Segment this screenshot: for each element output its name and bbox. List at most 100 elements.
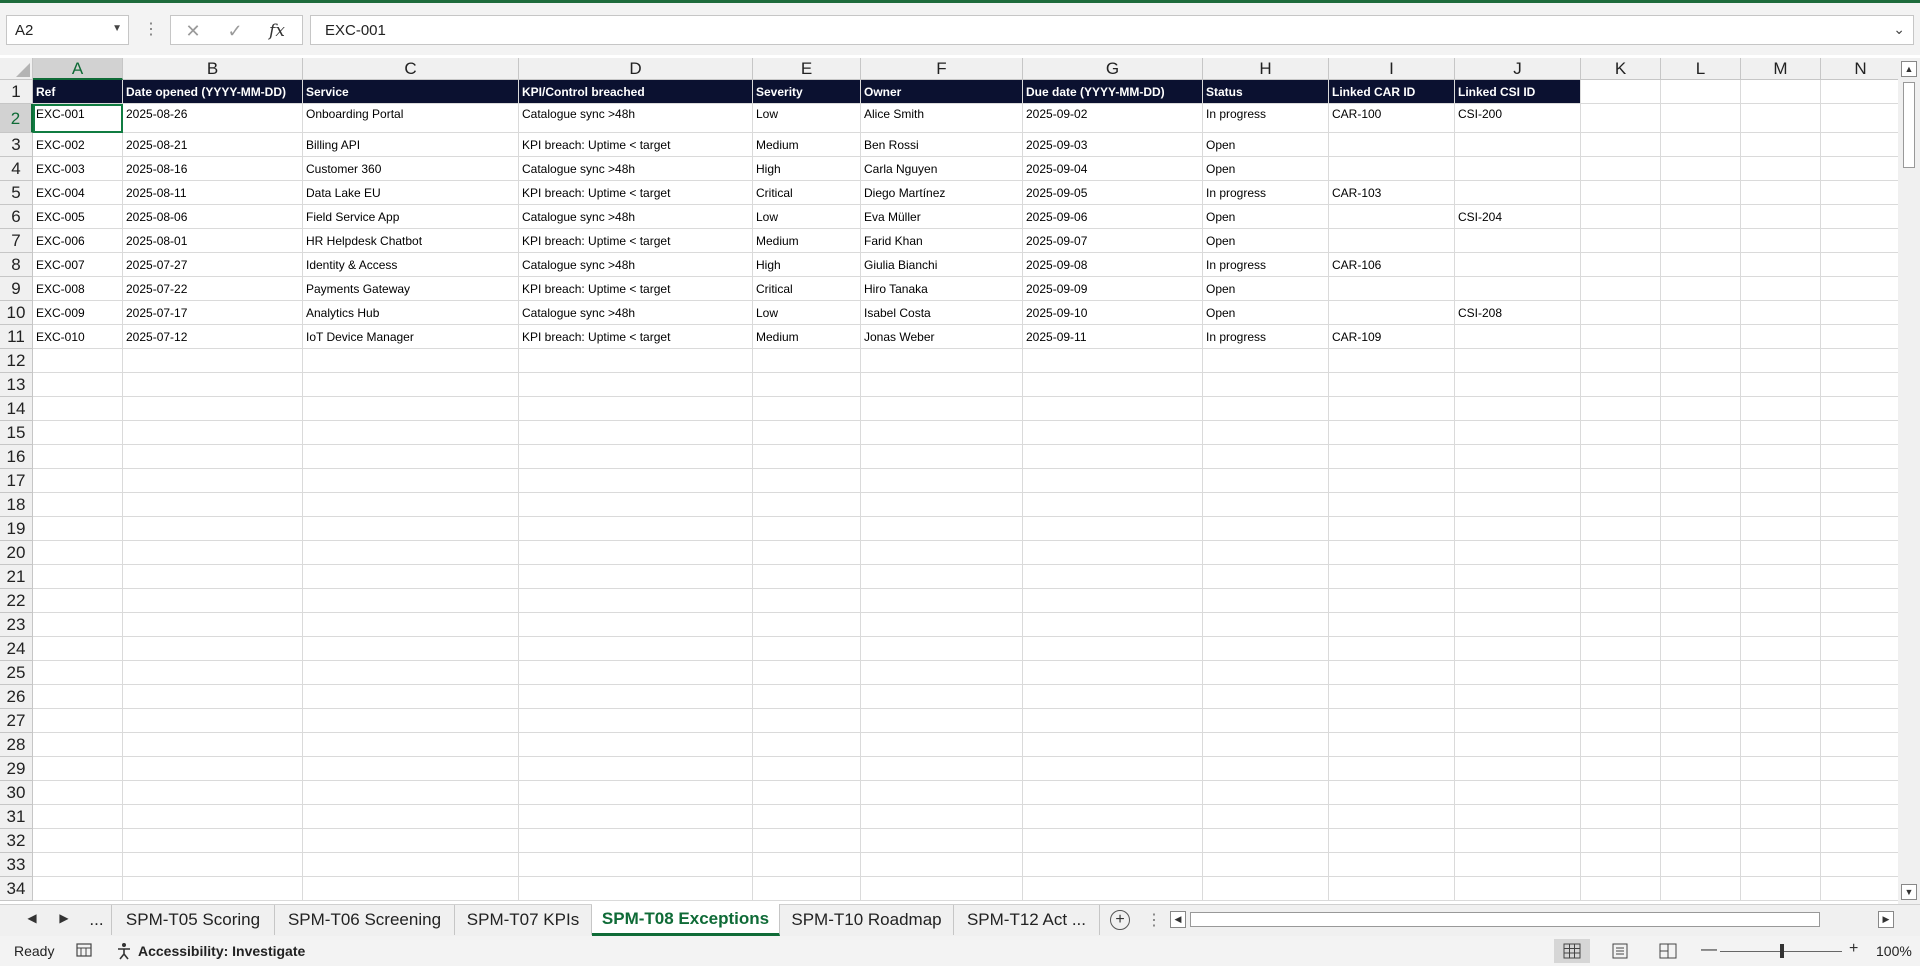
- empty-cell[interactable]: [303, 877, 519, 901]
- empty-cell[interactable]: [303, 445, 519, 469]
- table-cell[interactable]: Critical: [753, 181, 861, 205]
- row-header[interactable]: 31: [0, 805, 33, 829]
- empty-cell[interactable]: [1455, 421, 1581, 445]
- empty-cell[interactable]: [1741, 325, 1821, 349]
- empty-cell[interactable]: [1329, 565, 1455, 589]
- empty-cell[interactable]: [519, 853, 753, 877]
- table-cell[interactable]: 2025-09-11: [1023, 325, 1203, 349]
- formula-input[interactable]: EXC-001 ⌄: [310, 15, 1914, 45]
- empty-cell[interactable]: [1821, 229, 1898, 253]
- empty-cell[interactable]: [1329, 661, 1455, 685]
- empty-cell[interactable]: [303, 613, 519, 637]
- empty-cell[interactable]: [1203, 757, 1329, 781]
- empty-cell[interactable]: [1203, 781, 1329, 805]
- empty-cell[interactable]: [303, 685, 519, 709]
- empty-cell[interactable]: [1455, 685, 1581, 709]
- empty-cell[interactable]: [1741, 80, 1821, 104]
- empty-cell[interactable]: [519, 877, 753, 901]
- empty-cell[interactable]: [303, 397, 519, 421]
- table-cell[interactable]: High: [753, 157, 861, 181]
- table-cell[interactable]: EXC-009: [33, 301, 123, 325]
- empty-cell[interactable]: [1455, 613, 1581, 637]
- column-header[interactable]: H: [1203, 58, 1329, 80]
- empty-cell[interactable]: [1203, 397, 1329, 421]
- empty-cell[interactable]: [1329, 709, 1455, 733]
- table-header-cell[interactable]: Severity: [753, 80, 861, 104]
- sheet-tab[interactable]: SPM-T12 Act ...: [954, 905, 1100, 935]
- table-cell[interactable]: Identity & Access: [303, 253, 519, 277]
- sheet-tab[interactable]: SPM-T05 Scoring: [112, 905, 275, 935]
- empty-cell[interactable]: [1661, 104, 1741, 133]
- empty-cell[interactable]: [1821, 541, 1898, 565]
- empty-cell[interactable]: [33, 613, 123, 637]
- empty-cell[interactable]: [1203, 613, 1329, 637]
- empty-cell[interactable]: [1023, 517, 1203, 541]
- empty-cell[interactable]: [123, 853, 303, 877]
- empty-cell[interactable]: [123, 709, 303, 733]
- column-header[interactable]: G: [1023, 58, 1203, 80]
- table-cell[interactable]: In progress: [1203, 104, 1329, 133]
- empty-cell[interactable]: [1741, 181, 1821, 205]
- empty-cell[interactable]: [1023, 613, 1203, 637]
- empty-cell[interactable]: [1203, 709, 1329, 733]
- empty-cell[interactable]: [519, 661, 753, 685]
- row-header[interactable]: 23: [0, 613, 33, 637]
- zoom-slider-thumb[interactable]: [1780, 944, 1784, 958]
- table-cell[interactable]: KPI breach: Uptime < target: [519, 181, 753, 205]
- empty-cell[interactable]: [1661, 733, 1741, 757]
- table-cell[interactable]: Billing API: [303, 133, 519, 157]
- empty-cell[interactable]: [1741, 104, 1821, 133]
- vertical-scroll-thumb[interactable]: [1903, 82, 1915, 168]
- table-cell[interactable]: EXC-008: [33, 277, 123, 301]
- empty-cell[interactable]: [1023, 757, 1203, 781]
- empty-cell[interactable]: [123, 805, 303, 829]
- column-header[interactable]: L: [1661, 58, 1741, 80]
- table-cell[interactable]: Open: [1203, 205, 1329, 229]
- empty-cell[interactable]: [1023, 853, 1203, 877]
- empty-cell[interactable]: [303, 661, 519, 685]
- empty-cell[interactable]: [1203, 877, 1329, 901]
- empty-cell[interactable]: [33, 853, 123, 877]
- empty-cell[interactable]: [1741, 157, 1821, 181]
- table-cell[interactable]: EXC-003: [33, 157, 123, 181]
- empty-cell[interactable]: [519, 373, 753, 397]
- empty-cell[interactable]: [861, 709, 1023, 733]
- empty-cell[interactable]: [753, 421, 861, 445]
- row-header[interactable]: 6: [0, 205, 33, 229]
- empty-cell[interactable]: [861, 781, 1023, 805]
- row-header[interactable]: 22: [0, 589, 33, 613]
- active-cell[interactable]: EXC-001: [33, 104, 123, 133]
- table-cell[interactable]: Catalogue sync >48h: [519, 104, 753, 133]
- table-header-cell[interactable]: Linked CSI ID: [1455, 80, 1581, 104]
- empty-cell[interactable]: [519, 349, 753, 373]
- empty-cell[interactable]: [1023, 421, 1203, 445]
- empty-cell[interactable]: [1455, 877, 1581, 901]
- empty-cell[interactable]: [519, 781, 753, 805]
- table-cell[interactable]: Medium: [753, 229, 861, 253]
- empty-cell[interactable]: [753, 373, 861, 397]
- empty-cell[interactable]: [1661, 565, 1741, 589]
- empty-cell[interactable]: [753, 685, 861, 709]
- empty-cell[interactable]: [1581, 709, 1661, 733]
- empty-cell[interactable]: [1581, 349, 1661, 373]
- table-cell[interactable]: EXC-004: [33, 181, 123, 205]
- empty-cell[interactable]: [1821, 205, 1898, 229]
- cancel-icon[interactable]: ✕: [179, 20, 207, 42]
- table-cell[interactable]: CAR-103: [1329, 181, 1455, 205]
- empty-cell[interactable]: [1581, 829, 1661, 853]
- empty-cell[interactable]: [1741, 445, 1821, 469]
- scroll-left-icon[interactable]: ◀: [1170, 911, 1186, 928]
- empty-cell[interactable]: [123, 613, 303, 637]
- table-cell[interactable]: [1329, 205, 1455, 229]
- empty-cell[interactable]: [1661, 781, 1741, 805]
- empty-cell[interactable]: [1023, 637, 1203, 661]
- table-cell[interactable]: Catalogue sync >48h: [519, 205, 753, 229]
- empty-cell[interactable]: [33, 589, 123, 613]
- empty-cell[interactable]: [1661, 325, 1741, 349]
- empty-cell[interactable]: [33, 637, 123, 661]
- empty-cell[interactable]: [33, 733, 123, 757]
- empty-cell[interactable]: [303, 637, 519, 661]
- table-header-cell[interactable]: KPI/Control breached: [519, 80, 753, 104]
- empty-cell[interactable]: [123, 445, 303, 469]
- empty-cell[interactable]: [1661, 709, 1741, 733]
